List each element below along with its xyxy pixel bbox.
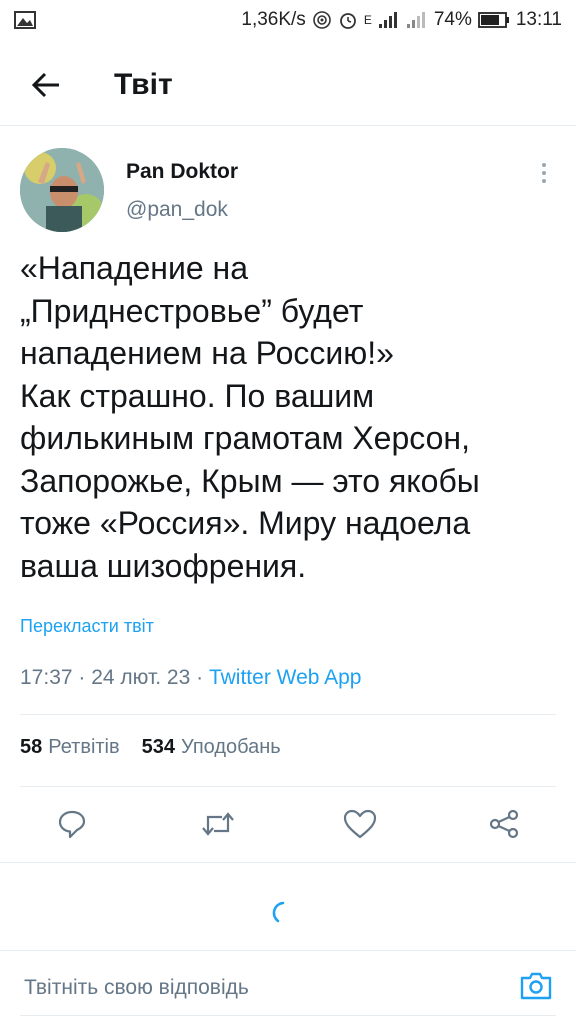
- tweet-text-line: тоже «Россия». Миру надоела: [20, 505, 471, 541]
- reply-button[interactable]: [52, 804, 92, 844]
- camera-button[interactable]: [518, 967, 554, 1003]
- divider: [0, 862, 576, 863]
- signal-strength-icon: [378, 11, 400, 29]
- tweet-date: 24 лют. 23: [91, 666, 191, 689]
- retweets-count: 58: [20, 736, 43, 758]
- more-options-button[interactable]: [532, 158, 556, 188]
- author-handle[interactable]: @pan_dok: [126, 198, 238, 222]
- tweet-metadata: 17:37 · 24 лют. 23 · Twitter Web App: [20, 666, 362, 689]
- retweet-icon: [202, 812, 234, 836]
- signal-strength-2-icon: [406, 11, 428, 29]
- tweet-time: 17:37: [20, 666, 73, 689]
- more-vertical-icon: [542, 163, 546, 167]
- tweet-text-line: Запорожье, Крым — это якобы: [20, 462, 480, 499]
- like-button[interactable]: [340, 804, 380, 844]
- retweets-label: Ретвітів: [48, 736, 120, 758]
- retweet-button[interactable]: [198, 804, 238, 844]
- retweets-stat[interactable]: 58 Ретвітів: [20, 736, 120, 759]
- loading-spinner-icon: [272, 901, 285, 923]
- arrow-left-icon: [31, 72, 59, 97]
- share-button[interactable]: [484, 804, 524, 844]
- alarm-icon: [338, 10, 358, 30]
- tweet-text: «Нападение на „Приднестровье” будет напа…: [20, 247, 560, 587]
- tweet-text-line: нападением на Россию!»: [20, 335, 394, 371]
- author-name[interactable]: Pan Doktor: [126, 160, 238, 184]
- reply-composer[interactable]: Твітніть свою відповідь: [0, 950, 576, 1024]
- clock: 13:11: [515, 9, 562, 30]
- status-bar: 1,36K/s E 74% 13:11: [0, 0, 576, 40]
- source-app-link[interactable]: Twitter Web App: [209, 666, 362, 689]
- translate-tweet-link[interactable]: Перекласти твіт: [20, 616, 154, 637]
- camera-icon: [520, 972, 552, 1000]
- hotspot-icon: [312, 10, 332, 30]
- tweet-stats: 58 Ретвітів 534 Уподобань: [20, 736, 281, 759]
- avatar[interactable]: [20, 148, 104, 232]
- tweet-text-line: «Нападение на: [20, 250, 248, 286]
- tweet-text-line: Как страшно. По вашим: [20, 377, 375, 414]
- gallery-notification-icon: [14, 11, 36, 29]
- tweet-text-line: „Приднестровье” будет: [20, 292, 364, 329]
- tweet-actions: [0, 800, 576, 850]
- share-icon: [489, 809, 519, 839]
- app-bar: Твіт: [0, 44, 576, 126]
- tweet-text-line: ваша шизофрения.: [20, 547, 307, 584]
- tweet-author: Pan Doktor @pan_dok: [20, 148, 560, 234]
- network-speed: 1,36K/s: [241, 9, 306, 30]
- likes-count: 534: [141, 736, 176, 758]
- divider: [20, 1015, 556, 1016]
- battery-percent: 74%: [433, 9, 472, 30]
- back-button[interactable]: [16, 55, 76, 115]
- likes-stat[interactable]: 534 Уподобань: [142, 736, 281, 759]
- reply-icon: [58, 810, 86, 839]
- likes-label: Уподобань: [181, 736, 281, 758]
- battery-icon: [477, 12, 510, 28]
- network-type: E: [363, 13, 372, 27]
- reply-input[interactable]: Твітніть свою відповідь: [24, 976, 249, 1000]
- page-title: Твіт: [114, 67, 173, 101]
- divider: [20, 786, 556, 787]
- heart-icon: [343, 809, 377, 839]
- tweet-text-line: филькиным грамотам Херсон,: [20, 420, 470, 456]
- divider: [20, 714, 556, 715]
